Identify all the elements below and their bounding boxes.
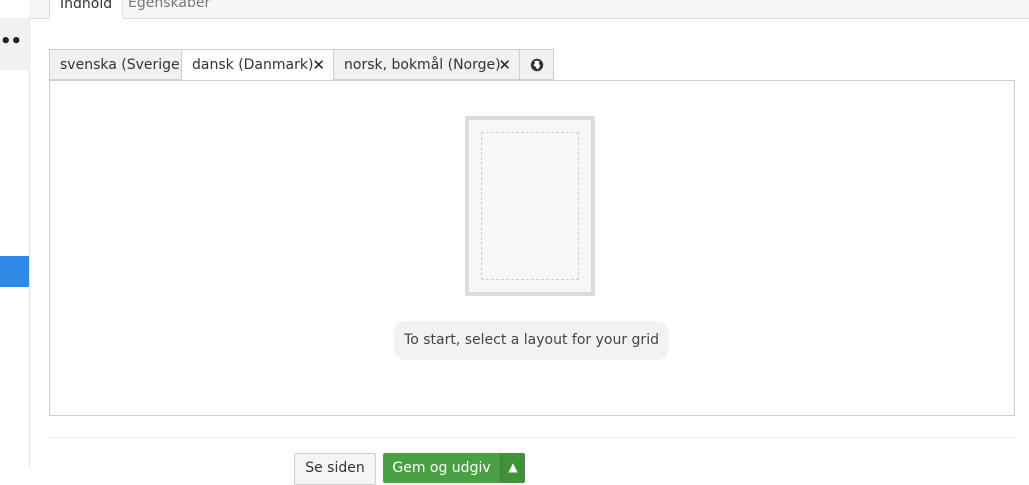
- close-icon[interactable]: ✕: [312, 50, 325, 81]
- grid-layout-placeholder[interactable]: [465, 116, 595, 296]
- close-icon[interactable]: ✕: [498, 50, 511, 81]
- grid-hint[interactable]: To start, select a layout for your grid: [394, 321, 669, 360]
- more-dots-icon[interactable]: ••: [0, 33, 22, 51]
- tab-properties[interactable]: Egenskaber: [118, 0, 220, 18]
- grid-layout-area: [481, 132, 579, 280]
- save-publish-button[interactable]: Gem og udgiv: [383, 453, 500, 483]
- language-label: dansk (Danmark): [192, 57, 314, 73]
- language-label: norsk, bokmål (Norge): [344, 57, 501, 73]
- globe-button[interactable]: [519, 49, 554, 80]
- content-tabs: Indhold Egenskaber: [29, 0, 1029, 19]
- rail-active-item[interactable]: [0, 256, 29, 287]
- left-rail: ••: [0, 0, 30, 468]
- tab-language-sv[interactable]: svenska (Sverige): [49, 49, 186, 80]
- language-label: svenska (Sverige): [60, 57, 186, 73]
- globe-icon: [530, 58, 543, 72]
- footer-divider: [49, 437, 1015, 438]
- tab-content[interactable]: Indhold: [49, 0, 124, 19]
- see-page-button[interactable]: Se siden: [294, 453, 376, 485]
- save-options-caret-icon[interactable]: ▲: [500, 453, 525, 483]
- tab-language-da[interactable]: dansk (Danmark) ✕: [181, 49, 334, 81]
- tab-language-no[interactable]: norsk, bokmål (Norge) ✕: [333, 49, 520, 80]
